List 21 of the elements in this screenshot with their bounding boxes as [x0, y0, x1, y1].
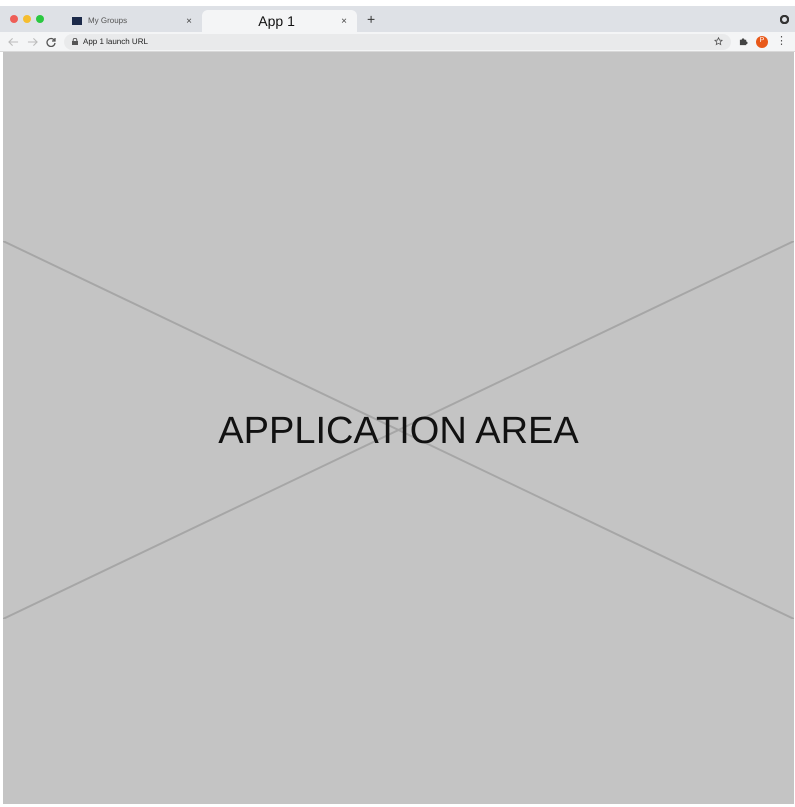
maximize-window-icon[interactable] — [36, 15, 44, 23]
close-tab-button[interactable]: × — [186, 14, 192, 28]
application-area-label: APPLICATION AREA — [218, 408, 579, 454]
address-bar[interactable]: App 1 launch URL — [64, 34, 731, 50]
star-icon[interactable] — [714, 37, 723, 46]
site-favicon — [72, 17, 82, 25]
back-arrow-icon[interactable] — [8, 36, 19, 46]
minimize-window-icon[interactable] — [23, 15, 31, 23]
browser-tab[interactable]: App 1 × — [202, 10, 357, 32]
lock-icon — [72, 38, 78, 45]
url-text: App 1 launch URL — [83, 36, 148, 48]
browser-tab[interactable]: My Groups × — [62, 10, 202, 32]
new-tab-button[interactable]: + — [367, 8, 376, 30]
close-window-icon[interactable] — [10, 15, 18, 23]
tab-title: App 1 — [257, 12, 296, 31]
reload-icon[interactable] — [46, 36, 56, 46]
forward-arrow-icon[interactable] — [27, 36, 38, 46]
puzzle-icon[interactable] — [739, 37, 748, 46]
close-tab-button[interactable]: × — [341, 14, 347, 28]
menu-button[interactable]: ⋮ — [776, 36, 787, 47]
tab-title: My Groups — [88, 15, 128, 27]
